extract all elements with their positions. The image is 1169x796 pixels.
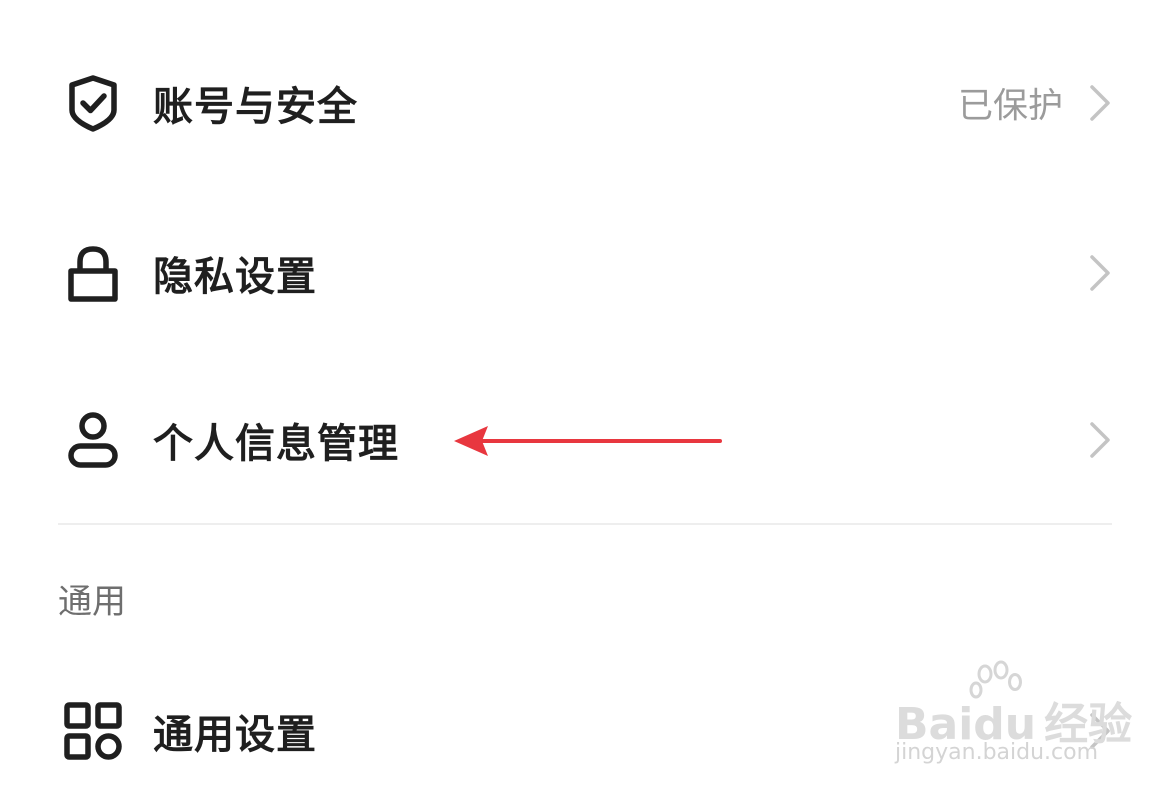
chevron-right-icon [1085, 251, 1115, 295]
section-divider [58, 523, 1112, 525]
chevron-right-icon [1085, 418, 1115, 462]
chevron-right-icon [1085, 81, 1115, 125]
settings-item-label: 隐私设置 [153, 254, 317, 300]
annotation-arrow [452, 422, 724, 460]
watermark-url: jingyan.baidu.com [895, 740, 1099, 765]
shield-check-icon [62, 72, 124, 134]
settings-item-account-security[interactable]: 账号与安全 已保护 [0, 38, 1169, 168]
settings-item-label: 通用设置 [153, 712, 317, 758]
settings-item-label: 账号与安全 [153, 84, 358, 130]
baidu-watermark: Baidu 经验 jingyan.baidu.com [895, 660, 1132, 770]
lock-icon [62, 242, 124, 304]
settings-item-label: 个人信息管理 [153, 421, 399, 467]
grid-icon [62, 700, 124, 762]
settings-item-privacy[interactable]: 隐私设置 [0, 208, 1169, 338]
status-value: 已保护 [957, 86, 1063, 127]
user-icon [62, 409, 124, 471]
section-title-general: 通用 [58, 582, 126, 622]
